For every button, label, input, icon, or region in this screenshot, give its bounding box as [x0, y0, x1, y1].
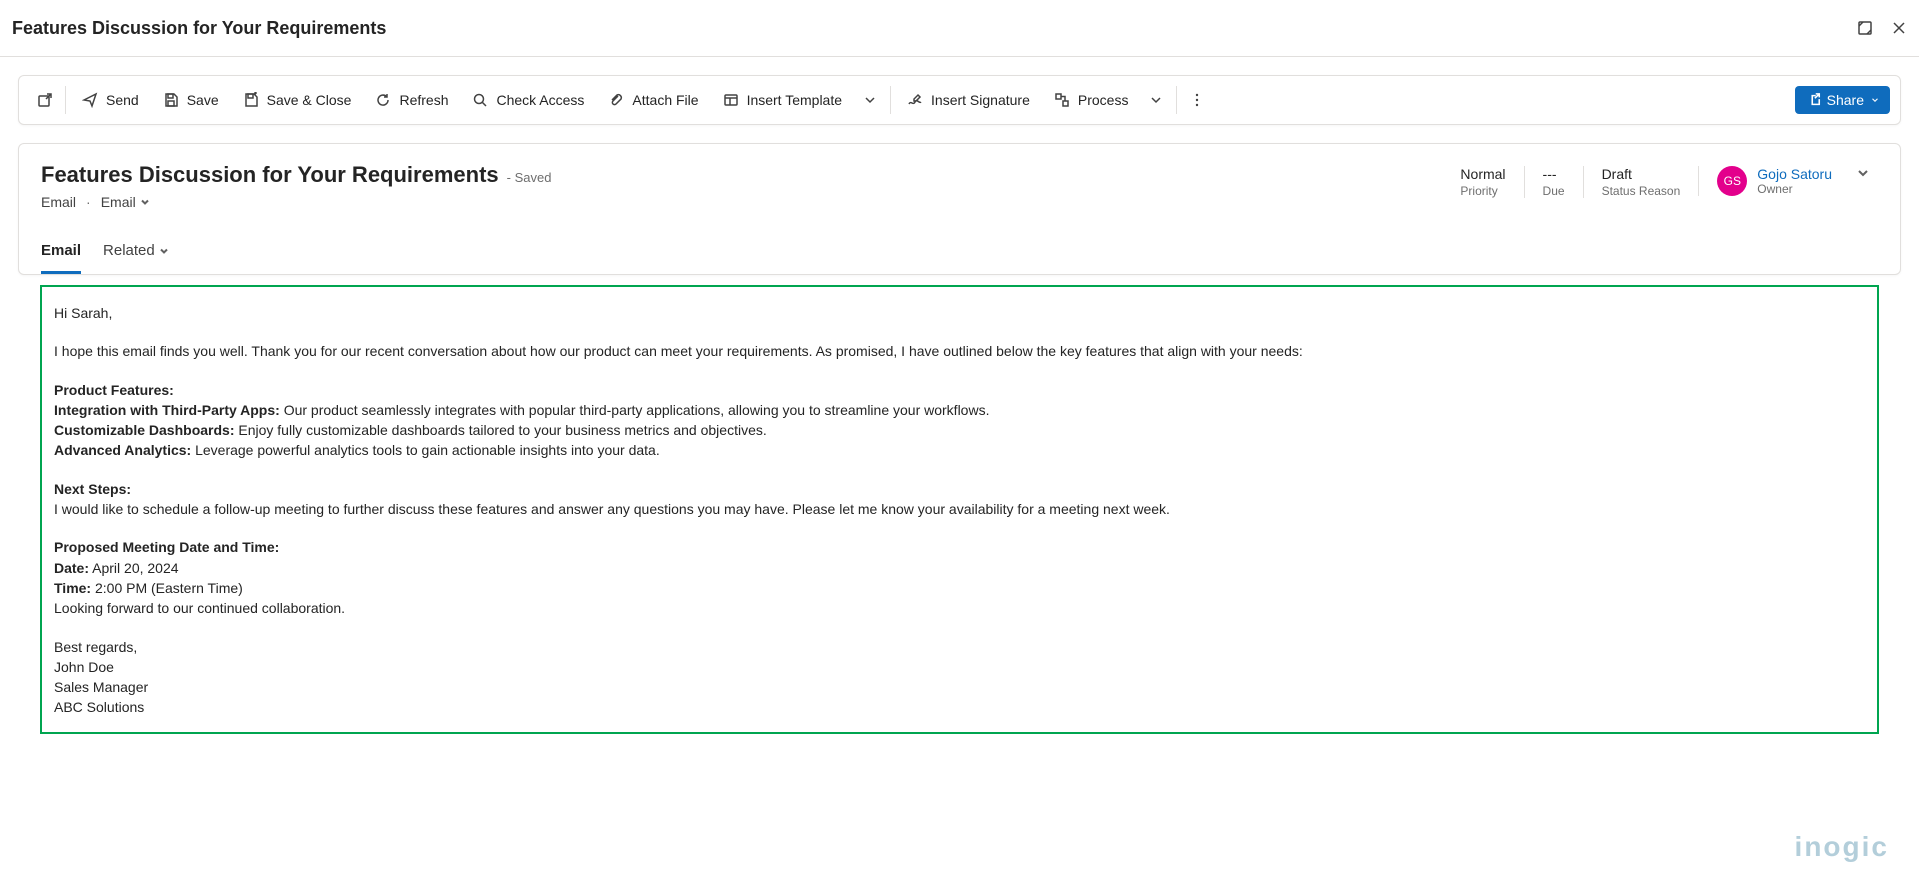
- due-value: ---: [1543, 166, 1565, 182]
- popout-icon[interactable]: [1857, 20, 1873, 36]
- record-fields: Normal Priority --- Due Draft Status Rea…: [1442, 162, 1878, 198]
- sig-name: John Doe: [54, 657, 1865, 677]
- priority-value: Normal: [1460, 166, 1505, 182]
- priority-label: Priority: [1460, 184, 1505, 198]
- page-title: Features Discussion for Your Requirement…: [12, 18, 386, 39]
- owner-name[interactable]: Gojo Satoru: [1757, 166, 1832, 182]
- feature1-label: Integration with Third-Party Apps:: [54, 402, 280, 418]
- email-body[interactable]: Hi Sarah, I hope this email finds you we…: [40, 285, 1879, 734]
- watermark: inogic: [1795, 831, 1889, 863]
- save-label: Save: [187, 92, 219, 108]
- separator: [65, 86, 66, 114]
- record-tabs: Email Related: [41, 234, 551, 274]
- insert-signature-label: Insert Signature: [931, 92, 1030, 108]
- status-reason-field[interactable]: Draft Status Reason: [1583, 166, 1699, 198]
- meeting-heading: Proposed Meeting Date and Time:: [54, 539, 279, 555]
- breadcrumb-entity: Email: [41, 194, 76, 210]
- process-dropdown-icon[interactable]: [1140, 84, 1172, 116]
- template-dropdown-icon[interactable]: [854, 84, 886, 116]
- breadcrumb-separator: ·: [86, 194, 91, 210]
- save-button[interactable]: Save: [151, 86, 231, 114]
- closing: Looking forward to our continued collabo…: [54, 598, 1865, 618]
- separator: [890, 86, 891, 114]
- titlebar: Features Discussion for Your Requirement…: [0, 0, 1919, 57]
- status-label: Status Reason: [1602, 184, 1681, 198]
- saved-status: - Saved: [507, 170, 552, 185]
- avatar: GS: [1717, 166, 1747, 196]
- save-close-button[interactable]: Save & Close: [231, 86, 364, 114]
- feature1-text: Our product seamlessly integrates with p…: [280, 402, 990, 418]
- email-greeting: Hi Sarah,: [54, 303, 1865, 323]
- breadcrumb: Email · Email: [41, 194, 551, 210]
- toolbar: Send Save Save & Close Refresh Check Acc…: [18, 75, 1901, 125]
- attach-file-button[interactable]: Attach File: [596, 86, 710, 114]
- new-window-icon[interactable]: [29, 84, 61, 116]
- date-value: April 20, 2024: [89, 560, 179, 576]
- record-header: Features Discussion for Your Requirement…: [18, 143, 1901, 275]
- feature2-label: Customizable Dashboards:: [54, 422, 234, 438]
- record-title: Features Discussion for Your Requirement…: [41, 162, 499, 188]
- close-icon[interactable]: [1891, 20, 1907, 36]
- share-button[interactable]: Share: [1795, 86, 1890, 114]
- send-label: Send: [106, 92, 139, 108]
- next-heading: Next Steps:: [54, 481, 131, 497]
- insert-signature-button[interactable]: Insert Signature: [895, 86, 1042, 114]
- feature3-label: Advanced Analytics:: [54, 442, 191, 458]
- attach-file-label: Attach File: [632, 92, 698, 108]
- process-label: Process: [1078, 92, 1129, 108]
- tab-related-label: Related: [103, 242, 155, 259]
- refresh-label: Refresh: [399, 92, 448, 108]
- expand-header-icon[interactable]: [1832, 166, 1878, 183]
- check-access-label: Check Access: [496, 92, 584, 108]
- save-close-label: Save & Close: [267, 92, 352, 108]
- sig-company: ABC Solutions: [54, 697, 1865, 717]
- share-label: Share: [1827, 92, 1864, 108]
- feature2-text: Enjoy fully customizable dashboards tail…: [234, 422, 766, 438]
- check-access-button[interactable]: Check Access: [460, 86, 596, 114]
- due-field[interactable]: --- Due: [1524, 166, 1583, 198]
- time-value: 2:00 PM (Eastern Time): [91, 580, 243, 596]
- send-button[interactable]: Send: [70, 86, 151, 114]
- form-selector[interactable]: Email: [101, 194, 150, 210]
- email-intro: I hope this email finds you well. Thank …: [54, 341, 1865, 361]
- status-value: Draft: [1602, 166, 1681, 182]
- owner-field[interactable]: GS Gojo Satoru Owner: [1698, 166, 1832, 196]
- insert-template-button[interactable]: Insert Template: [711, 86, 854, 114]
- feature3-text: Leverage powerful analytics tools to gai…: [191, 442, 660, 458]
- separator: [1176, 86, 1177, 114]
- refresh-button[interactable]: Refresh: [363, 86, 460, 114]
- tab-email-label: Email: [41, 242, 81, 259]
- tab-related[interactable]: Related: [103, 234, 169, 274]
- date-label: Date:: [54, 560, 89, 576]
- insert-template-label: Insert Template: [747, 92, 842, 108]
- process-button[interactable]: Process: [1042, 86, 1141, 114]
- due-label: Due: [1543, 184, 1565, 198]
- tab-email[interactable]: Email: [41, 234, 81, 274]
- signoff: Best regards,: [54, 637, 1865, 657]
- time-label: Time:: [54, 580, 91, 596]
- titlebar-actions: [1857, 20, 1907, 36]
- features-heading: Product Features:: [54, 382, 174, 398]
- sig-title: Sales Manager: [54, 677, 1865, 697]
- next-text: I would like to schedule a follow-up mee…: [54, 499, 1865, 519]
- form-selector-label: Email: [101, 194, 136, 210]
- priority-field[interactable]: Normal Priority: [1442, 166, 1523, 198]
- more-icon[interactable]: [1181, 84, 1213, 116]
- owner-label: Owner: [1757, 182, 1832, 196]
